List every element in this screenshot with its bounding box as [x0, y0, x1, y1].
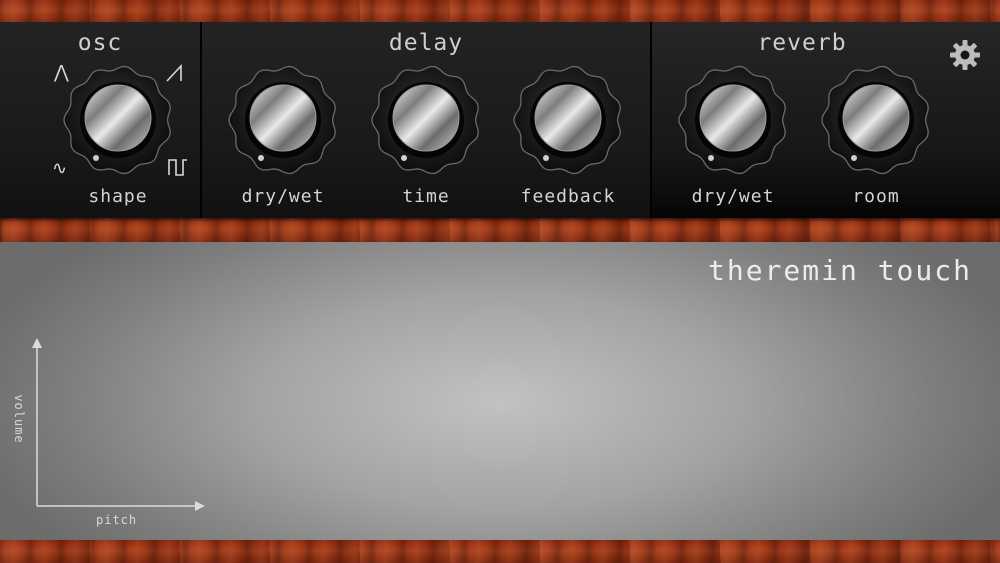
volume-axis-label: volume [12, 394, 26, 444]
reverb-section-title: reverb [757, 30, 847, 56]
delay-dry-wet-knob[interactable] [227, 64, 339, 176]
delay-section: delay dry/wet time feedback [202, 22, 650, 218]
pitch-axis-label: pitch [96, 513, 138, 527]
delay-section-title: delay [388, 30, 464, 56]
delay-feedback-label: feedback [520, 186, 616, 207]
reverb-dry-wet-knob[interactable] [677, 64, 789, 176]
reverb-dry-wet-label: dry/wet [691, 186, 775, 207]
theremin-touch-pad[interactable]: theremin touch pitch volume [0, 242, 1000, 540]
delay-time-label: time [402, 186, 450, 207]
delay-dry-wet-label: dry/wet [241, 186, 325, 207]
shape-knob-label: shape [88, 186, 148, 207]
pitch-volume-axes [32, 338, 205, 511]
wood-trim-bottom [0, 540, 1000, 563]
wood-trim-top [0, 0, 1000, 22]
gear-icon[interactable] [948, 38, 982, 72]
shape-knob[interactable] [62, 64, 174, 176]
reverb-room-knob[interactable] [820, 64, 932, 176]
wood-trim-middle [0, 218, 1000, 242]
delay-feedback-knob[interactable] [512, 64, 624, 176]
osc-section-title: osc [77, 30, 123, 56]
osc-section: osc ⋀ ∿ shape [0, 22, 200, 218]
reverb-room-label: room [852, 186, 900, 207]
delay-time-knob[interactable] [370, 64, 482, 176]
